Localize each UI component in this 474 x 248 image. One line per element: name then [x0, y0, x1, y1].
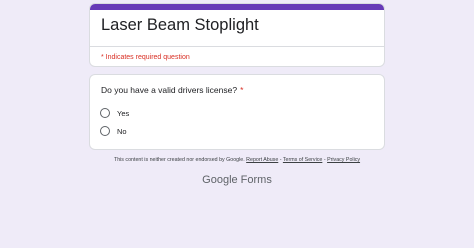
footer-disclaimer: This content is neither created nor endo…: [0, 157, 474, 163]
privacy-link[interactable]: Privacy Policy: [327, 157, 360, 163]
option-no[interactable]: No: [100, 124, 127, 138]
required-star: *: [240, 85, 244, 95]
header-divider: [90, 46, 384, 47]
disclaimer-text: This content is neither created nor endo…: [113, 157, 245, 163]
report-abuse-link[interactable]: Report Abuse: [246, 157, 278, 163]
google-forms-logo[interactable]: Google Forms: [0, 174, 474, 186]
brand-google: Google: [202, 174, 238, 186]
question-label: Do you have a valid drivers license?: [101, 85, 238, 95]
question-title: Do you have a valid drivers license? *: [101, 85, 243, 95]
accent-bar: [90, 4, 384, 10]
option-label-no: No: [117, 126, 127, 136]
forms-page: Laser Beam Stoplight * Indicates require…: [0, 0, 474, 248]
required-note: * Indicates required question: [101, 54, 190, 61]
form-title: Laser Beam Stoplight: [101, 16, 259, 34]
form-header-card: Laser Beam Stoplight * Indicates require…: [89, 3, 385, 67]
radio-button-yes[interactable]: [100, 108, 110, 118]
option-yes[interactable]: Yes: [100, 106, 129, 120]
radio-button-no[interactable]: [100, 126, 110, 136]
question-card: Do you have a valid drivers license? * Ye…: [89, 74, 385, 150]
terms-link[interactable]: Terms of Service: [283, 157, 322, 163]
option-label-yes: Yes: [117, 108, 130, 118]
brand-forms: Forms: [240, 174, 272, 186]
